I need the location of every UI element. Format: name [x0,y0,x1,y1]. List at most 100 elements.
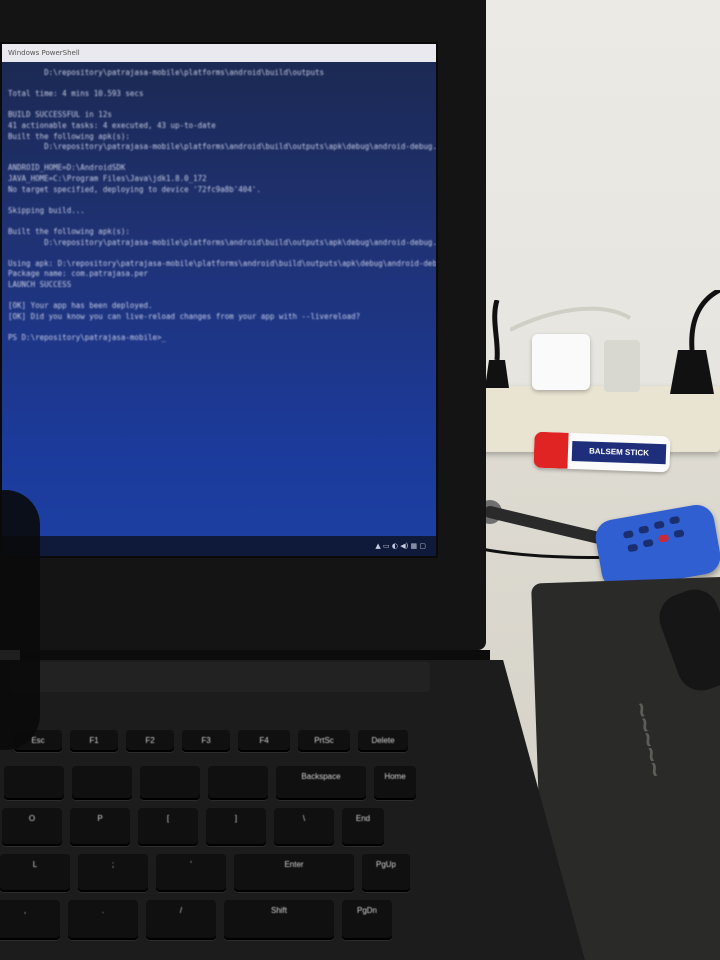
terminal-line: BUILD SUCCESSFUL in 12s [8,110,112,120]
terminal-line: Total time: 4 mins 10.593 secs [8,89,144,99]
keyboard-key [4,766,64,800]
terminal-line: [OK] Your app has been deployed. [8,301,153,311]
keyboard-key-label: ; [111,860,115,869]
laptop-screen: Windows PowerShell D:\repository\patraja… [0,42,438,558]
keyboard-key-label: Enter [284,860,304,869]
keyboard-key-label: ] [234,814,238,823]
finger-blur [0,490,40,750]
keyboard-key-label: PgDn [356,906,377,915]
keyboard-key: P [70,808,130,846]
keyboard-key: ] [206,808,266,846]
terminal-line: Package name: com.patrajasa.per [8,269,148,279]
keyboard-key-label [4,766,64,772]
calculator-key [658,534,670,543]
keyboard-key-label: [ [166,814,170,823]
keyboard-key: Home [374,766,416,800]
terminal-line: [OK] Did you know you can live-reload ch… [8,311,361,321]
keyboard-key: ' [156,854,226,892]
keyboard-key-label [72,766,132,772]
terminal-line: D:\repository\patrajasa-mobile\platforms… [8,142,438,152]
keyboard-key-label [208,766,268,772]
keyboard-key: [ [138,808,198,846]
keyboard-key [140,766,200,800]
keyboard-key-label: ' [190,860,192,869]
terminal-line: JAVA_HOME=C:\Program Files\Java\jdk1.8.0… [8,173,207,183]
calculator-key [673,529,685,538]
terminal-line: LAUNCH SUCCESS [8,279,72,289]
keyboard-key-label: O [28,814,36,823]
keyboard-key [72,766,132,800]
keyboard-key [208,766,268,800]
keyboard-key: Enter [234,854,354,892]
calculator-key [638,525,650,535]
terminal-line: No target specified, deploying to device… [8,184,261,194]
keyboard-key: F4 [238,730,290,752]
grey-plug [604,340,640,392]
keyboard-key-label: Shift [270,906,287,915]
keyboard-key-label: . [101,906,105,915]
keyboard-key-label: / [179,906,183,915]
keyboard-key-label: , [23,906,27,915]
glue-stick-cap [533,431,569,469]
keyboard-key: ; [78,854,148,892]
terminal-line: D:\repository\patrajasa-mobile\platforms… [8,68,325,77]
keyboard-key-label: Delete [371,736,395,745]
keyboard-key: Shift [224,900,334,940]
calculator-key [653,520,665,530]
terminal-line: ANDROID_HOME=D:\AndroidSDK [8,163,126,173]
black-plug-right [670,290,720,394]
calculator-key [669,515,681,525]
keyboard-key: Delete [358,730,408,752]
mouse-pad-logo: ~~~~~ [625,699,671,780]
glue-stick-label: BALSEM STICK [571,440,667,465]
keyboard-key-label: F4 [259,736,269,745]
keyboard-key: PgUp [362,854,410,892]
calculator-key [627,543,639,553]
windows-taskbar: ▲ ▭ ◐ ◀) ▦ ▢ [2,536,436,556]
keyboard-key: / [146,900,216,940]
keyboard-key-label: \ [302,814,306,823]
keyboard-key: \ [274,808,334,846]
keyboard-key-label: Home [384,772,406,781]
keyboard-key-label [140,766,200,772]
keyboard-key: PrtSc [298,730,350,752]
terminal-output: D:\repository\patrajasa-mobile\platforms… [8,68,438,343]
keyboard-key-label: F1 [89,736,99,745]
keyboard-key-label: Backspace [301,772,341,781]
terminal-line: Using apk: D:\repository\patrajasa-mobil… [8,258,438,268]
tray-icons: ▲ ▭ ◐ ◀) ▦ ▢ [375,542,426,550]
terminal-line: Skipping build... [8,205,85,215]
window-titlebar: Windows PowerShell [2,44,436,62]
keyboard-key-label: F2 [145,736,155,745]
keyboard-key: L [0,854,70,892]
keyboard-key: F1 [70,730,118,752]
keyboard: Esc F1 F2 F3 F4 PrtSc Delete Backspace Home O P[] \… [0,724,470,960]
keyboard-key-label: PgUp [375,860,396,869]
photo-scene: BALSEM STICK ~~~~~ Windows PowerShell D:… [0,0,720,960]
keyboard-key: , [0,900,60,940]
terminal-line: Built the following apk(s): [8,131,130,141]
keyboard-key: . [68,900,138,940]
keyboard-key: F3 [182,730,230,752]
keyboard-key-label: P [97,814,103,823]
black-plug-left [485,300,509,388]
laptop-top-strip [10,662,430,692]
keyboard-key: O [2,808,62,846]
keyboard-key-label: PrtSc [314,736,334,745]
keyboard-key-label: L [32,860,38,869]
terminal-line: 41 actionable tasks: 4 executed, 43 up-t… [8,120,216,130]
keyboard-key: PgDn [342,900,392,940]
keyboard-key: Backspace [276,766,366,800]
calculator-key [622,530,634,539]
keyboard-key-label: F3 [201,736,211,745]
keyboard-key: End [342,808,384,846]
terminal-line: PS D:\repository\patrajasa-mobile>_ [8,332,167,342]
keyboard-key-label: End [355,814,371,823]
glue-stick: BALSEM STICK [533,431,671,473]
